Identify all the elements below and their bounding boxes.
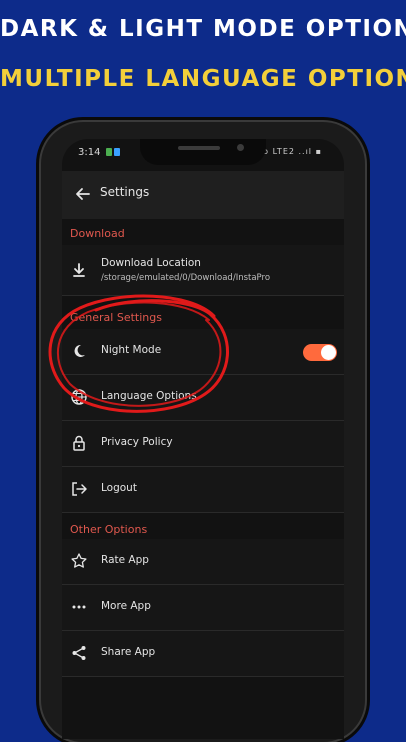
red-annotation-circle	[48, 294, 230, 413]
